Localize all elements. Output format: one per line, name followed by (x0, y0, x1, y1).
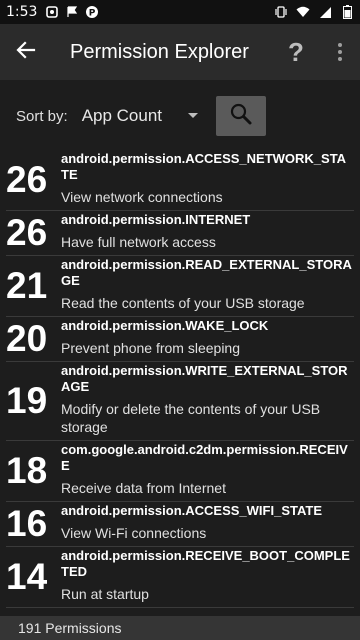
svg-text:P: P (89, 9, 96, 19)
app-p-icon: P (85, 5, 99, 19)
flag-icon (65, 5, 79, 19)
permission-name: android.permission.READ_EXTERNAL_STORAGE (61, 257, 352, 288)
permission-name: android.permission.ACCESS_NETWORK_STATE (61, 151, 347, 182)
battery-icon (340, 5, 354, 19)
permission-description: Read the contents of your USB storage (61, 295, 305, 311)
footer-bar: 191 Permissions (0, 616, 360, 640)
list-item[interactable]: 19 android.permission.WRITE_EXTERNAL_STO… (6, 362, 354, 441)
permission-description: Have full network access (61, 234, 216, 250)
list-item[interactable]: 18 com.google.android.c2dm.permission.RE… (6, 441, 354, 502)
list-item[interactable]: 14 android.permission.RECEIVE_BOOT_COMPL… (6, 547, 354, 608)
cellular-icon (318, 5, 332, 19)
permission-name: android.permission.WRITE_EXTERNAL_STORAG… (61, 363, 348, 394)
list-item[interactable]: 20 android.permission.WAKE_LOCK Prevent … (6, 317, 354, 362)
list-item-body: android.permission.READ_EXTERNAL_STORAGE… (61, 256, 354, 316)
app-count: 14 (6, 556, 48, 597)
wifi-icon (296, 5, 310, 19)
overflow-menu-button[interactable] (320, 24, 360, 80)
list-item-body: android.permission.WAKE_LOCK Prevent pho… (61, 317, 354, 361)
permission-list: 26 android.permission.ACCESS_NETWORK_STA… (0, 150, 360, 616)
permission-description: View network connections (61, 189, 223, 205)
app-count: 16 (6, 503, 48, 544)
list-item[interactable]: 26 android.permission.INTERNET Have full… (6, 211, 354, 256)
list-item[interactable]: 26 android.permission.ACCESS_NETWORK_STA… (6, 150, 354, 211)
app-count: 21 (6, 265, 48, 306)
back-button[interactable] (0, 24, 52, 80)
status-time: 1:53 (6, 4, 38, 20)
vibrate-icon (274, 5, 288, 19)
list-item-body: android.permission.WRITE_EXTERNAL_STORAG… (61, 362, 354, 440)
app-count: 26 (6, 212, 48, 253)
permission-description: Receive data from Internet (61, 480, 226, 496)
permission-name: com.google.android.c2dm.permission.RECEI… (61, 442, 348, 473)
sort-dropdown[interactable]: App Count (82, 98, 204, 134)
list-item-body: android.permission.ACCESS_WIFI_STATE Vie… (61, 502, 354, 546)
notification-icon (45, 5, 59, 19)
list-item-body: android.permission.INTERNET Have full ne… (61, 211, 354, 255)
permission-description: Prevent phone from sleeping (61, 340, 240, 356)
dropdown-arrow-icon (187, 113, 198, 118)
app-count: 18 (6, 450, 48, 491)
sort-bar: Sort by: App Count (0, 80, 360, 152)
help-button[interactable]: ? (272, 24, 320, 80)
app-bar: Permission Explorer ? (0, 24, 360, 80)
list-item-body: com.google.android.c2dm.permission.RECEI… (61, 441, 354, 501)
permission-description: Modify or delete the contents of your US… (61, 401, 321, 435)
sort-label: Sort by: (16, 107, 68, 125)
list-item[interactable]: 16 android.permission.ACCESS_WIFI_STATE … (6, 502, 354, 547)
help-icon: ? (288, 36, 304, 67)
permission-name: android.permission.ACCESS_WIFI_STATE (61, 503, 322, 518)
permission-description: Run at startup (61, 586, 149, 602)
overflow-menu-icon (338, 43, 342, 47)
permission-name: android.permission.WAKE_LOCK (61, 318, 269, 333)
list-item-body: android.permission.ACCESS_NETWORK_STATE … (61, 150, 354, 210)
page-title: Permission Explorer (70, 40, 249, 63)
permission-description: View Wi-Fi connections (61, 525, 207, 541)
sort-dropdown-value: App Count (81, 106, 163, 125)
list-item-body: android.permission.RECEIVE_BOOT_COMPLETE… (61, 547, 354, 607)
status-right-icons (274, 5, 354, 19)
app-count: 26 (6, 159, 48, 200)
status-bar: 1:53 P (0, 0, 360, 24)
permission-name: android.permission.INTERNET (61, 212, 251, 227)
search-button[interactable] (215, 96, 266, 136)
app-count: 19 (6, 380, 48, 421)
status-left-icons: P (45, 5, 99, 19)
list-item[interactable]: 21 android.permission.READ_EXTERNAL_STOR… (6, 256, 354, 317)
permission-total: 191 Permissions (18, 620, 122, 636)
permission-name: android.permission.RECEIVE_BOOT_COMPLETE… (61, 548, 350, 579)
search-icon (229, 102, 253, 131)
app-count: 20 (6, 318, 48, 359)
back-arrow-icon (16, 40, 36, 65)
